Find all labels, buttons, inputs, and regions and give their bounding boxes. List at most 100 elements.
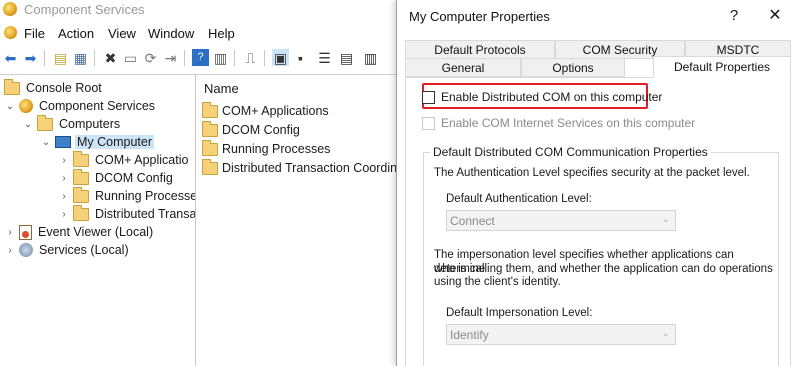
list-item-label: COM+ Applications xyxy=(222,104,329,118)
menu-file[interactable]: File xyxy=(24,26,45,41)
tree-item-dcom-config[interactable]: › DCOM Config xyxy=(58,168,175,187)
system-menu-icon[interactable] xyxy=(4,26,17,39)
show-action-pane-icon[interactable]: ▥ xyxy=(212,49,229,66)
collapse-chevron-icon[interactable]: › xyxy=(58,155,70,166)
list-item[interactable]: COM+ Applications xyxy=(202,101,329,120)
toolbar-separator xyxy=(44,50,45,66)
folder-icon xyxy=(73,168,89,185)
folder-icon xyxy=(202,139,218,156)
authentication-level-select: Connect ⌄ xyxy=(446,210,676,231)
tree-item-my-computer[interactable]: ⌄ My Computer xyxy=(40,133,155,151)
chevron-down-icon: ⌄ xyxy=(661,214,670,225)
toolbar-separator xyxy=(264,50,265,66)
tab-default-properties[interactable]: Default Properties xyxy=(653,56,791,78)
checkbox-box xyxy=(422,116,435,130)
toolbar-separator xyxy=(234,50,235,66)
tree-item-component-services[interactable]: ⌄ Component Services xyxy=(4,97,157,115)
tab-general[interactable]: General xyxy=(405,58,521,77)
folder-icon xyxy=(202,120,218,137)
impersonation-label: Default Impersonation Level: xyxy=(446,307,593,319)
menu-action[interactable]: Action xyxy=(58,26,94,41)
collapse-chevron-icon[interactable]: › xyxy=(4,227,16,238)
forward-icon[interactable]: ➡ xyxy=(22,49,39,66)
menu-window[interactable]: Window xyxy=(148,26,194,41)
folder-icon xyxy=(37,114,53,131)
columns-view-icon[interactable]: ▥ xyxy=(362,49,379,66)
collapse-chevron-icon[interactable]: › xyxy=(4,245,16,256)
authentication-description: The Authentication Level specifies secur… xyxy=(434,167,750,179)
list-item[interactable]: Distributed Transaction Coordin... xyxy=(202,158,404,177)
stop-icon[interactable]: ⎍ xyxy=(242,49,259,66)
checkbox-box[interactable] xyxy=(422,90,435,104)
toolbar-separator xyxy=(184,50,185,66)
close-button[interactable]: ✕ xyxy=(763,5,787,27)
dcom-communication-group: Default Distributed COM Communication Pr… xyxy=(423,145,779,366)
component-services-icon xyxy=(19,99,33,113)
tree-item-distributed-transaction[interactable]: › Distributed Transa xyxy=(58,204,195,223)
export-list-icon[interactable]: ⇥ xyxy=(162,49,179,66)
list-item[interactable]: DCOM Config xyxy=(202,120,300,139)
refresh-icon[interactable]: ⟳ xyxy=(142,49,159,66)
folder-icon xyxy=(4,78,20,95)
tree-item-computers[interactable]: ⌄ Computers xyxy=(22,114,122,133)
help-icon[interactable]: ? xyxy=(192,49,209,66)
list-item-label: DCOM Config xyxy=(222,123,300,137)
menu-view[interactable]: View xyxy=(108,26,136,41)
chevron-down-icon: ⌄ xyxy=(661,328,670,339)
back-icon[interactable]: ⬅ xyxy=(2,49,19,66)
folder-icon xyxy=(73,204,89,221)
tab-default-protocols[interactable]: Default Protocols xyxy=(405,40,555,59)
large-icons-view-icon[interactable]: ▣ xyxy=(272,49,289,66)
menu-help[interactable]: Help xyxy=(208,26,235,41)
component-services-icon xyxy=(3,2,17,16)
window-title: Component Services xyxy=(24,2,145,17)
delete-icon[interactable]: ✖ xyxy=(102,49,119,66)
impersonation-level-value: Identify xyxy=(450,327,489,342)
show-hide-tree-icon[interactable]: ▦ xyxy=(72,49,89,66)
toolbar-separator xyxy=(94,50,95,66)
authentication-label: Default Authentication Level: xyxy=(446,193,592,205)
expand-chevron-icon[interactable]: ⌄ xyxy=(4,101,16,112)
list-view-icon[interactable]: ☰ xyxy=(316,49,333,66)
tree-item-label: Event Viewer (Local) xyxy=(38,225,154,239)
impersonation-level-select: Identify ⌄ xyxy=(446,324,676,345)
menu-bar: File Action View Window Help xyxy=(0,22,400,44)
help-button[interactable]: ? xyxy=(722,5,746,27)
tree-item-com-plus-applications[interactable]: › COM+ Applicatio xyxy=(58,150,190,169)
tree-item-event-viewer[interactable]: › Event Viewer (Local) xyxy=(4,223,155,241)
authentication-level-value: Connect xyxy=(450,213,495,228)
column-header-name[interactable]: Name xyxy=(204,81,239,96)
folder-icon xyxy=(73,186,89,203)
properties-icon[interactable]: ▭ xyxy=(122,49,139,66)
collapse-chevron-icon[interactable]: › xyxy=(58,209,70,220)
list-item[interactable]: Running Processes xyxy=(202,139,330,158)
tab-options[interactable]: Options xyxy=(521,58,625,77)
services-icon xyxy=(19,243,33,257)
properties-dialog: My Computer Properties ? ✕ Default Proto… xyxy=(396,0,800,366)
expand-chevron-icon[interactable]: ⌄ xyxy=(40,137,52,148)
tab-panel-default-properties: Enable Distributed COM on this computer … xyxy=(405,77,791,366)
dialog-title: My Computer Properties xyxy=(409,9,550,24)
up-folder-icon[interactable]: ▤ xyxy=(52,49,69,66)
enable-dcom-checkbox[interactable]: Enable Distributed COM on this computer xyxy=(422,90,662,104)
tree-item-running-processes[interactable]: › Running Processe xyxy=(58,186,196,205)
tree-item-label: Console Root xyxy=(26,81,102,95)
list-item-label: Distributed Transaction Coordin... xyxy=(222,161,404,175)
detail-view-icon[interactable]: ▤ xyxy=(338,49,355,66)
console-tree: Console Root ⌄ Component Services ⌄ Comp… xyxy=(0,74,196,366)
tree-item-label: Running Processe xyxy=(95,189,196,203)
folder-icon xyxy=(202,101,218,118)
event-viewer-icon xyxy=(19,224,32,240)
small-icons-view-icon[interactable]: ▪ xyxy=(292,49,309,66)
impersonation-description-line-2: who is calling them, and whether the app… xyxy=(434,262,773,275)
collapse-chevron-icon[interactable]: › xyxy=(58,191,70,202)
folder-icon xyxy=(73,150,89,167)
result-pane: Name COM+ Applications DCOM Config Runni… xyxy=(196,74,404,366)
tree-item-services[interactable]: › Services (Local) xyxy=(4,241,131,259)
tree-item-label: My Computer xyxy=(75,135,155,149)
tree-item-label: COM+ Applicatio xyxy=(95,153,189,167)
expand-chevron-icon[interactable]: ⌄ xyxy=(22,119,34,130)
tree-item-console-root[interactable]: Console Root xyxy=(4,78,104,97)
computer-icon xyxy=(55,136,71,148)
collapse-chevron-icon[interactable]: › xyxy=(58,173,70,184)
